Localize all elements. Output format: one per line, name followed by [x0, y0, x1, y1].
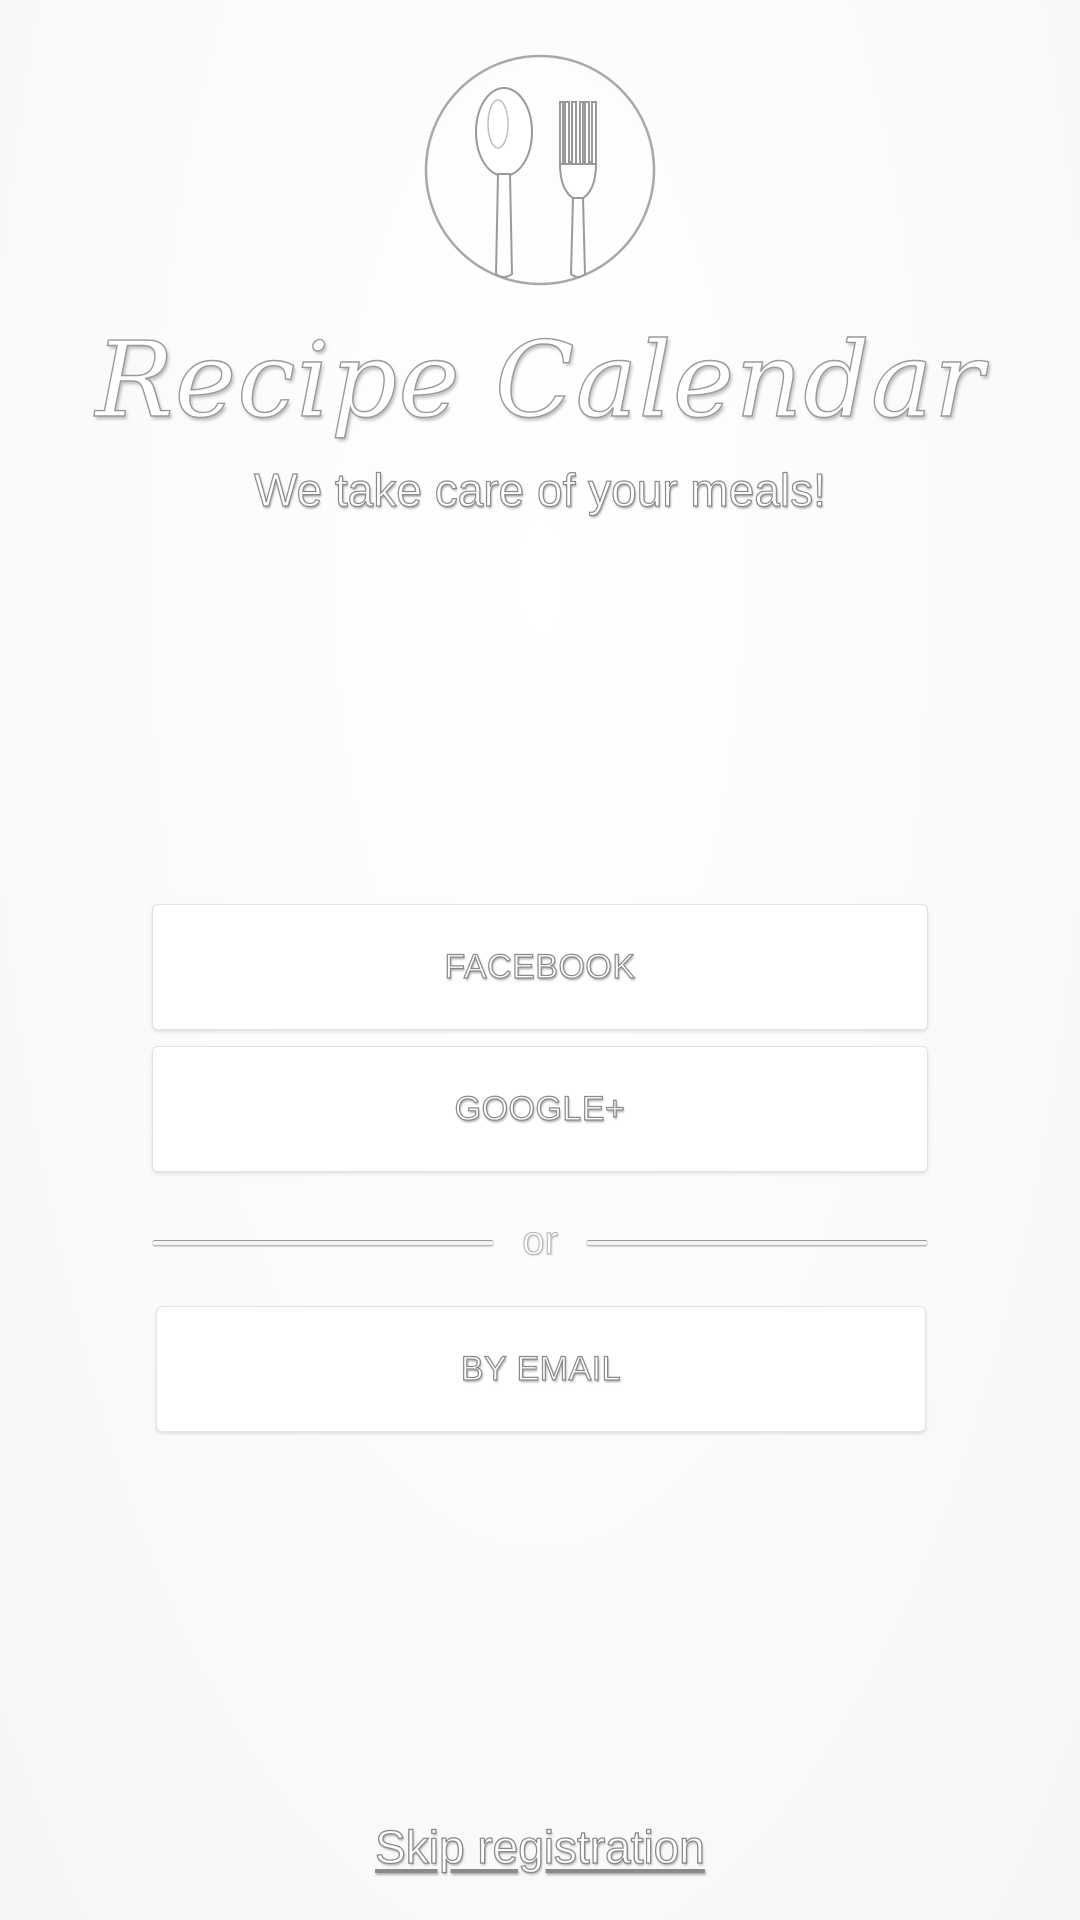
facebook-login-label: FACEBOOK — [444, 947, 636, 986]
divider-label: or — [522, 1218, 559, 1263]
spoon-fork-plate-icon — [420, 52, 660, 292]
welcome-screen: Recipe Calendar We take care of your mea… — [0, 0, 1080, 1920]
divider-line-left — [152, 1240, 494, 1246]
skip-registration-container: Skip registration — [0, 1820, 1080, 1874]
skip-registration-link[interactable]: Skip registration — [374, 1820, 705, 1873]
facebook-login-button[interactable]: FACEBOOK — [152, 904, 928, 1030]
google-login-label: GOOGLE+ — [454, 1089, 626, 1128]
or-divider: or — [152, 1218, 928, 1268]
email-login-button[interactable]: BY EMAIL — [156, 1306, 926, 1432]
divider-line-right — [586, 1240, 928, 1246]
app-title: Recipe Calendar — [95, 319, 985, 441]
google-login-button[interactable]: GOOGLE+ — [152, 1046, 928, 1172]
email-login-label: BY EMAIL — [460, 1349, 622, 1388]
app-tagline: We take care of your meals! — [253, 463, 826, 516]
